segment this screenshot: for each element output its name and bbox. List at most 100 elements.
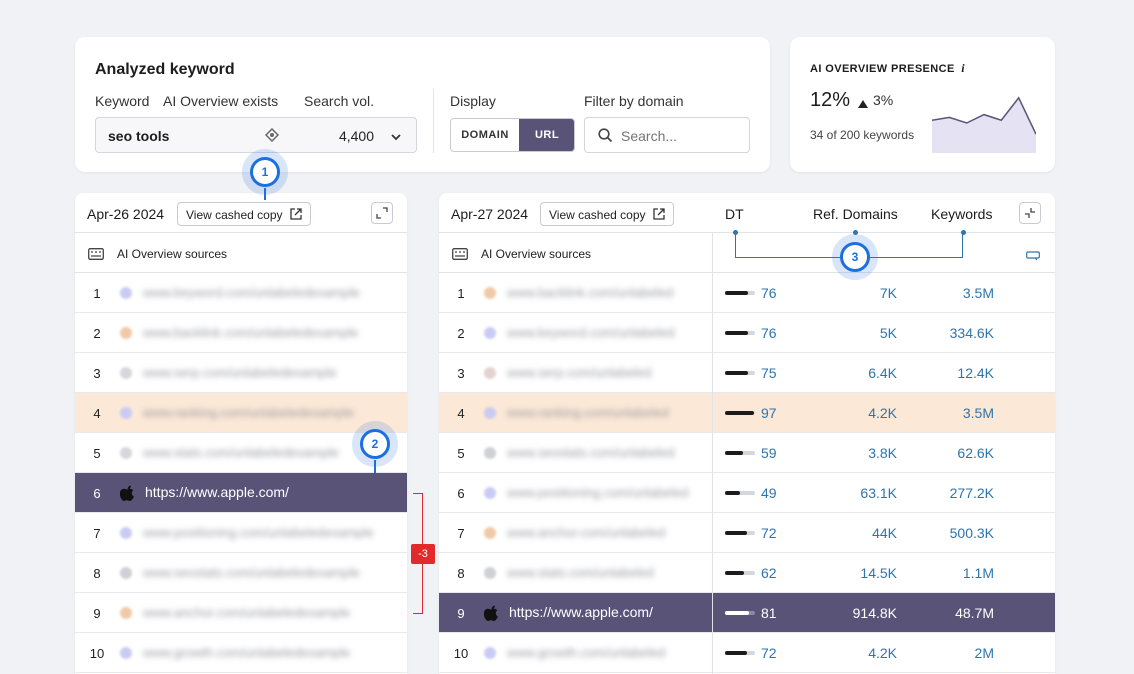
source-url[interactable]: https://www.apple.com/ [509, 604, 653, 620]
source-url[interactable]: www.anchor.com/unlabeled [507, 525, 703, 540]
ref-domains-value[interactable]: 5K [880, 325, 897, 341]
dt-value[interactable]: 49 [761, 485, 777, 501]
ref-domains-value[interactable]: 7K [880, 285, 897, 301]
keywords-column-header[interactable]: Keywords [931, 206, 992, 222]
right-source-row[interactable]: 3 www.serp.com/unlabeled 75 6.4K 12.4K [439, 353, 1055, 393]
right-source-row[interactable]: 1 www.backlink.com/unlabeled 76 7K 3.5M [439, 273, 1055, 313]
right-source-row[interactable]: 10 www.growth.com/unlabeled 72 4.2K 2M [439, 633, 1055, 673]
right-source-row[interactable]: 4 www.ranking.com/unlabeled 97 4.2K 3.5M [439, 393, 1055, 433]
ref-domains-value[interactable]: 4.2K [868, 405, 897, 421]
ref-domains-value[interactable]: 44K [872, 525, 897, 541]
dt-value[interactable]: 81 [761, 605, 777, 621]
display-label: Display [450, 93, 496, 109]
source-url[interactable]: https://www.apple.com/ [145, 484, 289, 500]
keywords-value[interactable]: 277.2K [950, 485, 994, 501]
keyword-select[interactable]: seo tools 4,400 [95, 117, 417, 153]
display-domain-option[interactable]: DOMAIN [451, 119, 519, 151]
right-view-copy-button[interactable]: View cashed copy [540, 202, 674, 226]
favicon-icon [120, 647, 132, 659]
chevron-down-icon[interactable] [390, 130, 402, 142]
left-source-row[interactable]: 4 www.ranking.com/unlabeledexample [75, 393, 407, 433]
source-url[interactable]: www.seostats.com/unlabeledexample [143, 565, 395, 580]
left-source-row[interactable]: 10 www.growth.com/unlabeledexample [75, 633, 407, 673]
dt-value[interactable]: 59 [761, 445, 777, 461]
left-expand-button[interactable] [371, 202, 393, 224]
source-url[interactable]: www.positioning.com/unlabeledexample [143, 525, 395, 540]
dt-value[interactable]: 76 [761, 285, 777, 301]
favicon-icon [484, 327, 496, 339]
left-source-row[interactable]: 6 https://www.apple.com/ [75, 473, 407, 513]
ref-domains-value[interactable]: 3.8K [868, 445, 897, 461]
source-url[interactable]: www.growth.com/unlabeled [507, 645, 703, 660]
left-panel-header: Apr-26 2024 View cashed copy [75, 193, 407, 233]
dt-score-bar [725, 531, 755, 535]
dt-value[interactable]: 72 [761, 525, 777, 541]
external-link-icon [290, 208, 302, 220]
domain-search-field[interactable] [584, 117, 750, 153]
left-source-row[interactable]: 2 www.backlink.com/unlabeledexample [75, 313, 407, 353]
keyword-column-label: Keyword [95, 93, 150, 109]
ref-domains-value[interactable]: 914.8K [853, 605, 897, 621]
keywords-value[interactable]: 334.6K [950, 325, 994, 341]
left-source-row[interactable]: 3 www.serp.com/unlabeledexample [75, 353, 407, 393]
source-url[interactable]: www.positioning.com/unlabeled [507, 485, 703, 500]
dt-value[interactable]: 75 [761, 365, 777, 381]
right-source-row[interactable]: 5 www.seostats.com/unlabeled 59 3.8K 62.6K [439, 433, 1055, 473]
left-source-row[interactable]: 1 www.keyword.com/unlabeledexample [75, 273, 407, 313]
ref-domains-column-header[interactable]: Ref. Domains [813, 206, 898, 222]
domain-search-input[interactable] [621, 126, 741, 146]
search-volume-label: Search vol. [304, 93, 375, 109]
presence-subtext: 34 of 200 keywords [810, 128, 915, 142]
right-source-row[interactable]: 2 www.keyword.com/unlabeled 76 5K 334.6K [439, 313, 1055, 353]
right-source-row[interactable]: 7 www.anchor.com/unlabeled 72 44K 500.3K [439, 513, 1055, 553]
left-sources-list: 1 www.keyword.com/unlabeledexample 2 www.ba… [75, 273, 407, 674]
keywords-value[interactable]: 1.1M [963, 565, 994, 581]
ref-domains-value[interactable]: 14.5K [860, 565, 897, 581]
left-source-row[interactable]: 9 www.anchor.com/unlabeledexample [75, 593, 407, 633]
dt-value[interactable]: 76 [761, 325, 777, 341]
right-collapse-button[interactable] [1019, 202, 1041, 224]
dt-value[interactable]: 97 [761, 405, 777, 421]
source-url[interactable]: www.stats.com/unlabeled [507, 565, 703, 580]
keywords-value[interactable]: 500.3K [950, 525, 994, 541]
ai-overview-presence-card: AI OVERVIEW PRESENCE i 12% 3% 34 of 200 … [790, 37, 1055, 172]
ref-domains-value[interactable]: 63.1K [860, 485, 897, 501]
source-url[interactable]: www.ranking.com/unlabeledexample [143, 405, 395, 420]
right-source-row[interactable]: 9 https://www.apple.com/81 914.8K 48.7M [439, 593, 1055, 633]
keywords-value[interactable]: 62.6K [957, 445, 994, 461]
source-url[interactable]: www.keyword.com/unlabeledexample [143, 285, 395, 300]
row-rank: 10 [89, 646, 105, 661]
source-url[interactable]: www.keyword.com/unlabeled [507, 325, 703, 340]
info-icon[interactable]: i [961, 61, 965, 75]
keywords-value[interactable]: 3.5M [963, 285, 994, 301]
source-url[interactable]: www.serp.com/unlabeled [507, 365, 703, 380]
left-source-row[interactable]: 7 www.positioning.com/unlabeledexample [75, 513, 407, 553]
right-source-row[interactable]: 8 www.stats.com/unlabeled 62 14.5K 1.1M [439, 553, 1055, 593]
column-settings-icon[interactable] [1026, 248, 1040, 261]
left-view-copy-button[interactable]: View cashed copy [177, 202, 311, 226]
keywords-value[interactable]: 2M [975, 645, 994, 661]
source-url[interactable]: www.backlink.com/unlabeledexample [143, 325, 395, 340]
dt-value[interactable]: 72 [761, 645, 777, 661]
ref-domains-value[interactable]: 4.2K [868, 645, 897, 661]
ref-domains-value[interactable]: 6.4K [868, 365, 897, 381]
dt-column-header[interactable]: DT [725, 206, 744, 222]
source-url[interactable]: www.backlink.com/unlabeled [507, 285, 703, 300]
source-url[interactable]: www.serp.com/unlabeledexample [143, 365, 395, 380]
favicon-icon [120, 567, 132, 579]
analyzed-keyword-card: Analyzed keyword Keyword AI Overview exi… [75, 37, 770, 172]
section-divider [433, 89, 434, 153]
left-source-row[interactable]: 8 www.seostats.com/unlabeledexample [75, 553, 407, 593]
right-source-row[interactable]: 6 www.positioning.com/unlabeled 49 63.1K 277… [439, 473, 1055, 513]
dt-score-bar [725, 571, 755, 575]
row-rank: 2 [457, 326, 465, 341]
dt-value[interactable]: 62 [761, 565, 777, 581]
source-url[interactable]: www.ranking.com/unlabeled [507, 405, 703, 420]
source-url[interactable]: www.anchor.com/unlabeledexample [143, 605, 395, 620]
display-url-option[interactable]: URL [519, 119, 574, 151]
source-url[interactable]: www.growth.com/unlabeledexample [143, 645, 395, 660]
source-url[interactable]: www.seostats.com/unlabeled [507, 445, 703, 460]
keywords-value[interactable]: 12.4K [957, 365, 994, 381]
keywords-value[interactable]: 48.7M [955, 605, 994, 621]
keywords-value[interactable]: 3.5M [963, 405, 994, 421]
